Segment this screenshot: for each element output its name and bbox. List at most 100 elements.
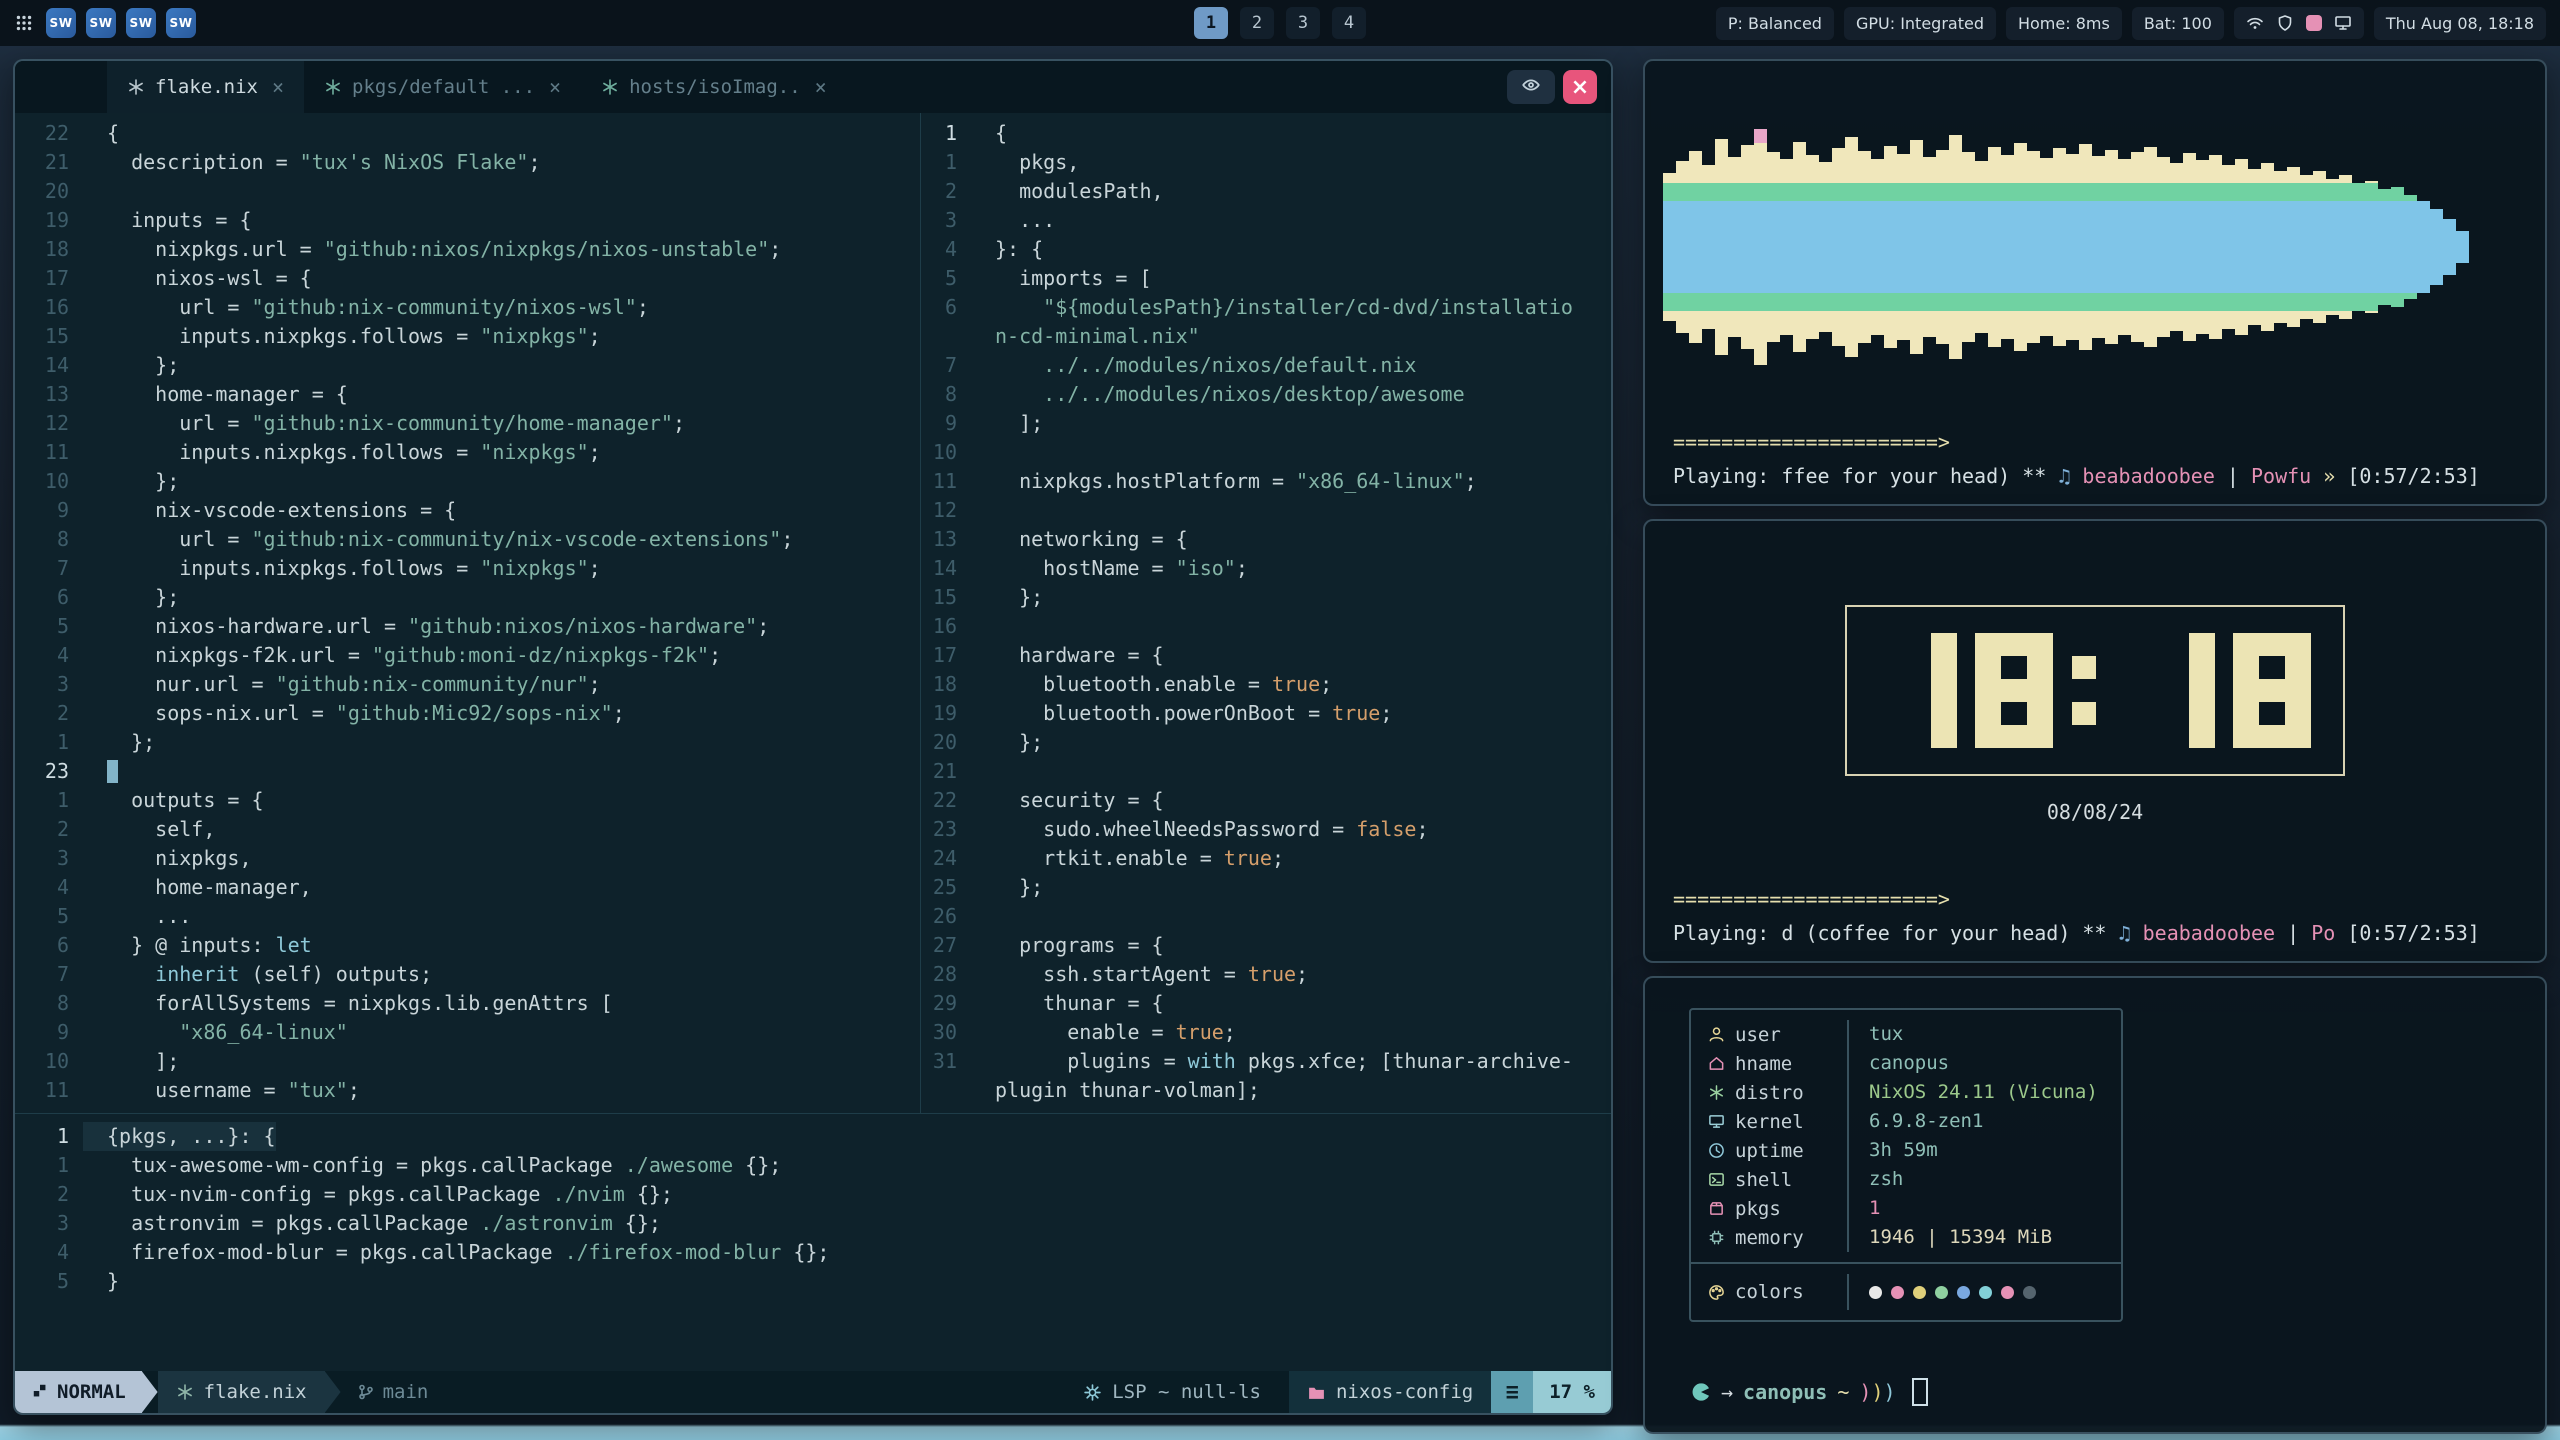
visualizer-bar bbox=[1689, 151, 1702, 343]
cwd-label: ~ bbox=[1837, 1380, 1849, 1404]
separator-line: ======================> bbox=[1673, 887, 2517, 911]
tray bbox=[2234, 7, 2364, 39]
desktop: SW SW SW SW 1234 P: BalancedGPU: Integrated… bbox=[0, 0, 2560, 1440]
tab-flake.nix[interactable]: flake.nix× bbox=[107, 61, 304, 113]
fetch-value-hname: canopus bbox=[1849, 1049, 2121, 1078]
shield-icon[interactable] bbox=[2276, 14, 2294, 32]
nix-icon bbox=[324, 78, 342, 96]
visualizer-bar bbox=[2170, 163, 2183, 331]
code-line: 2 self, bbox=[15, 815, 920, 844]
tab-close-icon[interactable]: × bbox=[549, 75, 561, 99]
palette-dot bbox=[1913, 1286, 1926, 1299]
powerline-separator bbox=[142, 1371, 158, 1413]
workspace-icon[interactable]: SW bbox=[166, 8, 196, 38]
code-line: 16 bbox=[921, 612, 1611, 641]
project-label: nixos-config bbox=[1336, 1381, 1473, 1403]
status-pill: Home: 8ms bbox=[2006, 7, 2122, 40]
visualizer-bar bbox=[2404, 195, 2417, 299]
lsp-label: LSP ~ null-ls bbox=[1112, 1381, 1261, 1403]
code-line: 9 "x86_64-linux" bbox=[15, 1018, 920, 1047]
visualizer-bar bbox=[1832, 148, 1845, 346]
code-line: 11 inputs.nixpkgs.follows = "nixpkgs"; bbox=[15, 438, 920, 467]
now-playing: Playing: ffee for your head) ** ♫ beabad… bbox=[1673, 464, 2517, 488]
shell-prompt[interactable]: → canopus ~ ))) bbox=[1691, 1378, 1928, 1406]
close-button[interactable]: × bbox=[1563, 70, 1597, 104]
visualizer-bar bbox=[2014, 143, 2027, 351]
tag-3[interactable]: 3 bbox=[1286, 7, 1320, 39]
code-line: 8 ../../modules/nixos/desktop/awesome bbox=[921, 380, 1611, 409]
workspace-icon[interactable]: SW bbox=[86, 8, 116, 38]
palette-dot bbox=[1957, 1286, 1970, 1299]
tag-4[interactable]: 4 bbox=[1332, 7, 1366, 39]
eye-icon bbox=[1521, 75, 1541, 99]
tag-2[interactable]: 2 bbox=[1240, 7, 1274, 39]
player-status: ======================> Playing: ffee fo… bbox=[1673, 430, 2517, 488]
visualizer-bar bbox=[1780, 159, 1793, 335]
topbar-left: SW SW SW SW bbox=[14, 8, 196, 38]
tab-close-icon[interactable]: × bbox=[815, 75, 827, 99]
code-line: 10 bbox=[921, 438, 1611, 467]
powerline-separator bbox=[325, 1371, 341, 1413]
code-line: 11 username = "tux"; bbox=[15, 1076, 920, 1105]
display-icon bbox=[1707, 1113, 1725, 1130]
palette-dot bbox=[1935, 1286, 1948, 1299]
visualizer-bar bbox=[2352, 183, 2365, 311]
visualizer-bar bbox=[1949, 135, 1962, 359]
clock-digit bbox=[2233, 633, 2311, 748]
pane-pkgs-default[interactable]: 1{pkgs, ...}: {1 tux-awesome-wm-config =… bbox=[15, 1114, 1611, 1375]
fetch-label-shell: shell bbox=[1691, 1165, 1849, 1194]
tab-hosts-isoImag..[interactable]: hosts/isoImag..× bbox=[581, 61, 847, 113]
code-line: 1{pkgs, ...}: { bbox=[15, 1122, 1611, 1151]
visualizer-bar bbox=[2157, 157, 2170, 337]
tab-pkgs-default-...[interactable]: pkgs/default ... × bbox=[304, 61, 581, 113]
player-status-2: ======================> Playing: d (coff… bbox=[1673, 887, 2517, 945]
visualizer-bar bbox=[2144, 147, 2157, 347]
visualizer-bar bbox=[2222, 165, 2235, 329]
terminal-icon bbox=[1707, 1171, 1725, 1188]
code-line: 10 ]; bbox=[15, 1047, 920, 1076]
fetch-value-uptime: 3h 59m bbox=[1849, 1136, 2121, 1165]
branch-icon bbox=[357, 1383, 375, 1401]
code-line: 8 url = "github:nix-community/nix-vscode… bbox=[15, 525, 920, 554]
tab-label: pkgs/default ... bbox=[352, 76, 535, 98]
fetch-window: usertuxhnamecanopusdistroNixOS 24.11 (Vi… bbox=[1643, 976, 2547, 1434]
snowflake-icon bbox=[1707, 1084, 1725, 1101]
tab-close-icon[interactable]: × bbox=[272, 75, 284, 99]
visualizer-bar bbox=[2378, 189, 2391, 305]
display-icon[interactable] bbox=[2334, 14, 2352, 32]
visualizer-bar bbox=[2430, 209, 2443, 285]
code-line: 2 tux-nvim-config = pkgs.callPackage ./n… bbox=[15, 1180, 1611, 1209]
prompt-arrow: → bbox=[1721, 1380, 1733, 1404]
visualizer-bar bbox=[2027, 151, 2040, 343]
eye-button[interactable] bbox=[1507, 70, 1555, 104]
code-line: 17 hardware = { bbox=[921, 641, 1611, 670]
visualizer-bar bbox=[2274, 171, 2287, 323]
code-line: 27 programs = { bbox=[921, 931, 1611, 960]
visualizer-bar bbox=[1767, 152, 1780, 342]
pane-iso-image[interactable]: 1{1 pkgs,2 modulesPath,3 ...4}: {5 impor… bbox=[921, 113, 1611, 1113]
visualizer-bar bbox=[1923, 157, 1936, 337]
pane-flake[interactable]: 22{21 description = "tux's NixOS Flake";… bbox=[15, 113, 920, 1113]
record-icon[interactable] bbox=[2306, 15, 2322, 31]
workspace-icon[interactable]: SW bbox=[46, 8, 76, 38]
visualizer-bar bbox=[1871, 159, 1884, 335]
wifi-icon[interactable] bbox=[2246, 14, 2264, 32]
code-line: 24 rtkit.enable = true; bbox=[921, 844, 1611, 873]
code-line: 3 nur.url = "github:nix-community/nur"; bbox=[15, 670, 920, 699]
topbar-right: P: BalancedGPU: IntegratedHome: 8msBat: … bbox=[1716, 7, 2546, 40]
code-line: 13 networking = { bbox=[921, 525, 1611, 554]
visualizer-bar bbox=[1728, 157, 1741, 337]
code-line: 18 bluetooth.enable = true; bbox=[921, 670, 1611, 699]
fetch-value-user: tux bbox=[1849, 1020, 2121, 1049]
fetch-label-colors: colors bbox=[1691, 1274, 1849, 1310]
tag-1[interactable]: 1 bbox=[1194, 7, 1228, 39]
visualizer-bar bbox=[1663, 173, 1676, 321]
launcher-icon[interactable] bbox=[14, 13, 34, 33]
editor-cursor bbox=[107, 760, 118, 783]
code-line: 1{ bbox=[921, 119, 1611, 148]
hostname-label: canopus bbox=[1743, 1380, 1827, 1404]
visualizer-bar bbox=[1936, 150, 1949, 344]
workspace-icon[interactable]: SW bbox=[126, 8, 156, 38]
mode-label: NORMAL bbox=[57, 1381, 126, 1403]
nix-icon bbox=[601, 78, 619, 96]
